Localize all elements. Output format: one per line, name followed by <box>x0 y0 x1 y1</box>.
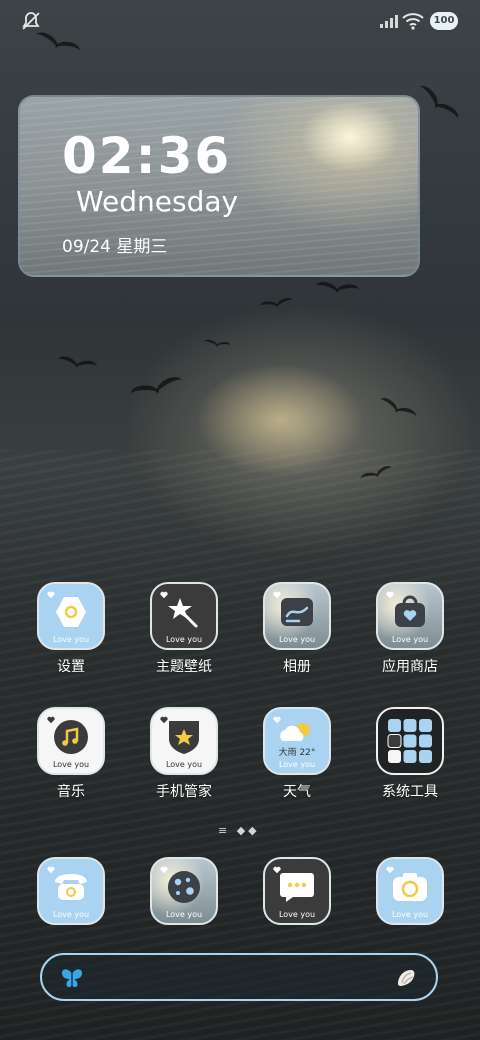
app-settings[interactable]: Love you 设置 <box>28 582 114 676</box>
app-label-system-tools: 系统工具 <box>382 784 438 800</box>
app-themes[interactable]: Love you 主题壁纸 <box>141 582 227 676</box>
dock-messages[interactable]: Love you <box>254 857 340 925</box>
weather-icon: 大雨 22° Love you <box>263 707 331 775</box>
page-indicator: ≡ ◆◆ <box>218 824 260 837</box>
system-tools-folder <box>376 707 444 775</box>
weather-text: 大雨 22° <box>278 748 316 758</box>
app-label-themes: 主题壁纸 <box>156 659 212 675</box>
status-bar: 100 <box>0 0 480 40</box>
dock-camera[interactable]: Love you <box>367 857 453 925</box>
clock-time: 02:36 <box>62 127 232 185</box>
app-store[interactable]: Love you 应用商店 <box>367 582 453 676</box>
clock-widget[interactable]: 02:36 Wednesday 09/24 星期三 <box>18 95 420 277</box>
clock-date: 09/24 星期三 <box>62 237 168 257</box>
app-label-music: 音乐 <box>57 784 85 800</box>
gallery-icon: Love you <box>263 582 331 650</box>
battery-indicator: 100 <box>430 12 458 30</box>
themes-icon: Love you <box>150 582 218 650</box>
browser-icon: Love you <box>150 857 218 925</box>
dock-phone[interactable]: Love you <box>28 857 114 925</box>
signal-icon <box>380 14 398 28</box>
music-icon: Love you <box>37 707 105 775</box>
app-store-icon: Love you <box>376 582 444 650</box>
app-label-settings: 设置 <box>57 659 85 675</box>
phone-manager-icon: Love you <box>150 707 218 775</box>
messages-icon: Love you <box>263 857 331 925</box>
phone-icon: Love you <box>37 857 105 925</box>
settings-icon: Love you <box>37 582 105 650</box>
app-weather[interactable]: 大雨 22° Love you 天气 <box>254 707 340 801</box>
app-phone-manager[interactable]: Love you 手机管家 <box>141 707 227 801</box>
butterfly-icon <box>62 969 82 987</box>
shell-icon[interactable] <box>394 966 418 990</box>
app-system-tools[interactable]: 系统工具 <box>367 707 453 801</box>
app-label-weather: 天气 <box>283 784 311 800</box>
app-gallery[interactable]: Love you 相册 <box>254 582 340 676</box>
search-bar[interactable] <box>40 953 438 1001</box>
app-label-gallery: 相册 <box>283 659 311 675</box>
app-label-store: 应用商店 <box>382 659 438 675</box>
app-label-phone-manager: 手机管家 <box>156 784 212 800</box>
camera-icon: Love you <box>376 857 444 925</box>
wifi-icon <box>402 13 424 30</box>
mute-icon <box>22 12 40 30</box>
app-music[interactable]: Love you 音乐 <box>28 707 114 801</box>
dock-browser[interactable]: Love you <box>141 857 227 925</box>
clock-weekday: Wednesday <box>76 185 239 218</box>
